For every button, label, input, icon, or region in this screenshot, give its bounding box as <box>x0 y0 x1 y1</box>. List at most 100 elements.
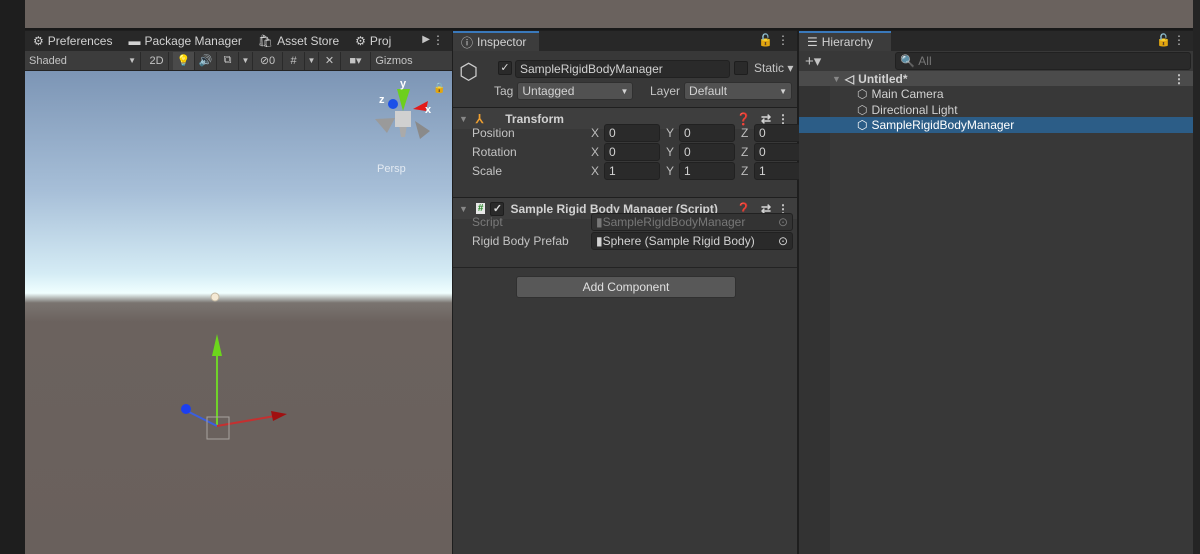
grid-toggle[interactable]: # <box>283 51 305 70</box>
speaker-icon: 🔊 <box>198 55 213 67</box>
tab-hierarchy[interactable]: ☰ Hierarchy <box>799 31 891 51</box>
object-picker-icon[interactable]: ⊙ <box>778 234 788 248</box>
effects-icon: ⧉ <box>223 54 232 66</box>
lock-icon: 🔒 <box>433 82 445 94</box>
grid-icon: # <box>290 54 297 67</box>
more-options-icon[interactable]: ⋮ <box>1173 33 1185 47</box>
lock-icon[interactable]: 🔓 <box>1156 33 1171 47</box>
chevron-down-icon: ▼ <box>307 56 316 65</box>
scene-viewport[interactable]: y z x 🔒 Persp <box>25 71 452 554</box>
rotation-x-input[interactable]: 0 <box>604 143 660 161</box>
tab-preferences[interactable]: ⚙ Preferences <box>25 31 120 51</box>
script-file-icon: ▮ <box>596 215 603 229</box>
scene-toolbar: Shaded ▼ 2D 💡 🔊 ⧉ ▼ ⊘ 0 # ▼ ✕ ■▾ Gizmos <box>25 51 452 71</box>
hidden-objects-toggle[interactable]: ⊘ 0 <box>253 51 283 70</box>
info-icon: ⓘ <box>461 35 474 50</box>
gameobject-cube-icon: ⬡ <box>857 87 868 101</box>
gizmo-x-label: x <box>425 104 432 116</box>
inspector-panel: ⓘ Inspector 🔓 ⋮ ⬡ ✓ SampleRigidBodyManage… <box>453 31 810 554</box>
chevron-down-icon: ▼ <box>620 86 629 96</box>
store-bag-icon: 🛍 <box>257 34 274 48</box>
gameobject-cube-icon: ⬡ <box>857 118 868 132</box>
more-options-icon[interactable]: ⋮ <box>432 33 444 47</box>
package-icon: ▬ <box>128 34 141 48</box>
layer-dropdown[interactable]: Default ▼ <box>684 82 793 100</box>
tab-package-manager[interactable]: ▬ Package Manager <box>120 31 249 51</box>
tools-toggle[interactable]: ✕ <box>319 51 341 70</box>
view-orientation-gizmo[interactable]: y z x <box>375 78 432 139</box>
scale-x-input[interactable]: 1 <box>604 162 660 180</box>
scene-panel: ⚙ Preferences ▬ Package Manager 🛍 Asset Sto… <box>25 31 452 554</box>
inspector-tab-bar: ⓘ Inspector 🔓 ⋮ <box>453 31 797 51</box>
object-name-input[interactable]: SampleRigidBodyManager <box>515 60 730 78</box>
position-y-input[interactable]: 0 <box>679 124 735 142</box>
camera-dropdown[interactable]: ■▾ <box>341 51 371 70</box>
hierarchy-gutter <box>799 71 830 554</box>
eye-hidden-icon: ⊘ <box>259 55 270 67</box>
static-checkbox[interactable] <box>734 61 748 75</box>
unity-scene-icon: ◁ <box>844 71 855 86</box>
audio-toggle[interactable]: 🔊 <box>195 51 217 70</box>
foldout-arrow-icon: ▼ <box>459 113 468 124</box>
gameobject-cube-icon[interactable]: ⬡ <box>459 59 478 85</box>
effects-toggle[interactable]: ⧉ <box>217 51 239 70</box>
scale-y-input[interactable]: 1 <box>679 162 735 180</box>
static-dropdown[interactable]: Static ▾ <box>754 61 793 75</box>
list-icon: ☰ <box>807 35 818 49</box>
foldout-arrow-icon: ▼ <box>832 73 841 84</box>
scene-row[interactable]: ▼ ◁ Untitled* ⋮ <box>799 71 1193 86</box>
top-background <box>25 0 1193 30</box>
create-add-icon[interactable]: +▾ <box>805 52 821 70</box>
lock-icon[interactable]: 🔓 <box>758 33 773 47</box>
hierarchy-tab-bar: ☰ Hierarchy 🔓 ⋮ <box>799 31 1193 51</box>
gizmo-z-label: z <box>379 94 385 106</box>
tab-project[interactable]: ⚙ Proj <box>347 31 399 51</box>
tab-scroll-right-icon[interactable]: ▶ <box>422 34 430 45</box>
2d-toggle[interactable]: 2D <box>145 51 169 70</box>
divider <box>453 267 797 268</box>
lighting-toggle[interactable]: 💡 <box>173 51 195 70</box>
script-field: ▮ SampleRigidBodyManager ⊙ <box>591 213 793 231</box>
active-checkbox[interactable]: ✓ <box>498 61 512 75</box>
camera-icon: ■▾ <box>349 55 362 67</box>
position-x-input[interactable]: 0 <box>604 124 660 142</box>
hierarchy-item-selected[interactable]: ⬡ SampleRigidBodyManager <box>799 117 1193 133</box>
lightbulb-icon: 💡 <box>176 55 191 67</box>
grid-dropdown[interactable]: ▼ <box>305 51 319 70</box>
add-component-button[interactable]: Add Component <box>516 276 736 298</box>
shading-mode-dropdown[interactable]: Shaded ▼ <box>25 51 141 70</box>
left-strip <box>0 0 25 554</box>
transform-icon: ⅄ <box>475 111 484 126</box>
projection-label: Persp <box>377 163 406 175</box>
component-enabled-checkbox[interactable]: ✓ <box>490 201 505 216</box>
tab-inspector[interactable]: ⓘ Inspector <box>453 31 539 51</box>
scene-tab-bar: ⚙ Preferences ▬ Package Manager 🛍 Asset Sto… <box>25 31 452 51</box>
tools-icon: ✕ <box>324 55 335 67</box>
hierarchy-toolbar: +▾ 🔍 All <box>799 51 1193 71</box>
prefab-label: Rigid Body Prefab <box>472 234 569 248</box>
search-icon: 🔍 <box>900 54 915 68</box>
directional-light-icon <box>210 292 220 302</box>
gear-icon: ⚙ <box>33 34 44 48</box>
gizmos-button[interactable]: Gizmos <box>371 52 417 70</box>
chevron-down-icon: ▼ <box>241 56 250 65</box>
scene-gizmos: y z x 🔒 Persp <box>181 78 445 440</box>
effects-dropdown[interactable]: ▼ <box>239 51 253 70</box>
hierarchy-item[interactable]: ⬡ Directional Light <box>799 102 1193 118</box>
tag-dropdown[interactable]: Untagged ▼ <box>517 82 634 100</box>
object-picker-icon: ⊙ <box>777 215 788 229</box>
script-label: Script <box>472 215 503 229</box>
prefab-file-icon: ▮ <box>596 234 603 248</box>
rigid-body-prefab-field[interactable]: ▮ Sphere (Sample Rigid Body) ⊙ <box>591 232 793 250</box>
hierarchy-item[interactable]: ⬡ Main Camera <box>799 86 1193 102</box>
tag-label: Tag <box>494 84 514 98</box>
hierarchy-panel: ☰ Hierarchy 🔓 ⋮ +▾ 🔍 All ▼ ◁ Untitled* ⋮ … <box>799 31 1193 554</box>
transform-move-gizmo <box>181 334 287 440</box>
more-options-icon[interactable]: ⋮ <box>1173 72 1185 86</box>
rotation-y-input[interactable]: 0 <box>679 143 735 161</box>
foldout-arrow-icon: ▼ <box>459 203 468 214</box>
hierarchy-search-input[interactable]: 🔍 All <box>895 52 1191 70</box>
csharp-script-icon: # <box>475 203 486 214</box>
tab-asset-store[interactable]: 🛍 Asset Store <box>250 31 347 51</box>
more-options-icon[interactable]: ⋮ <box>777 33 789 47</box>
